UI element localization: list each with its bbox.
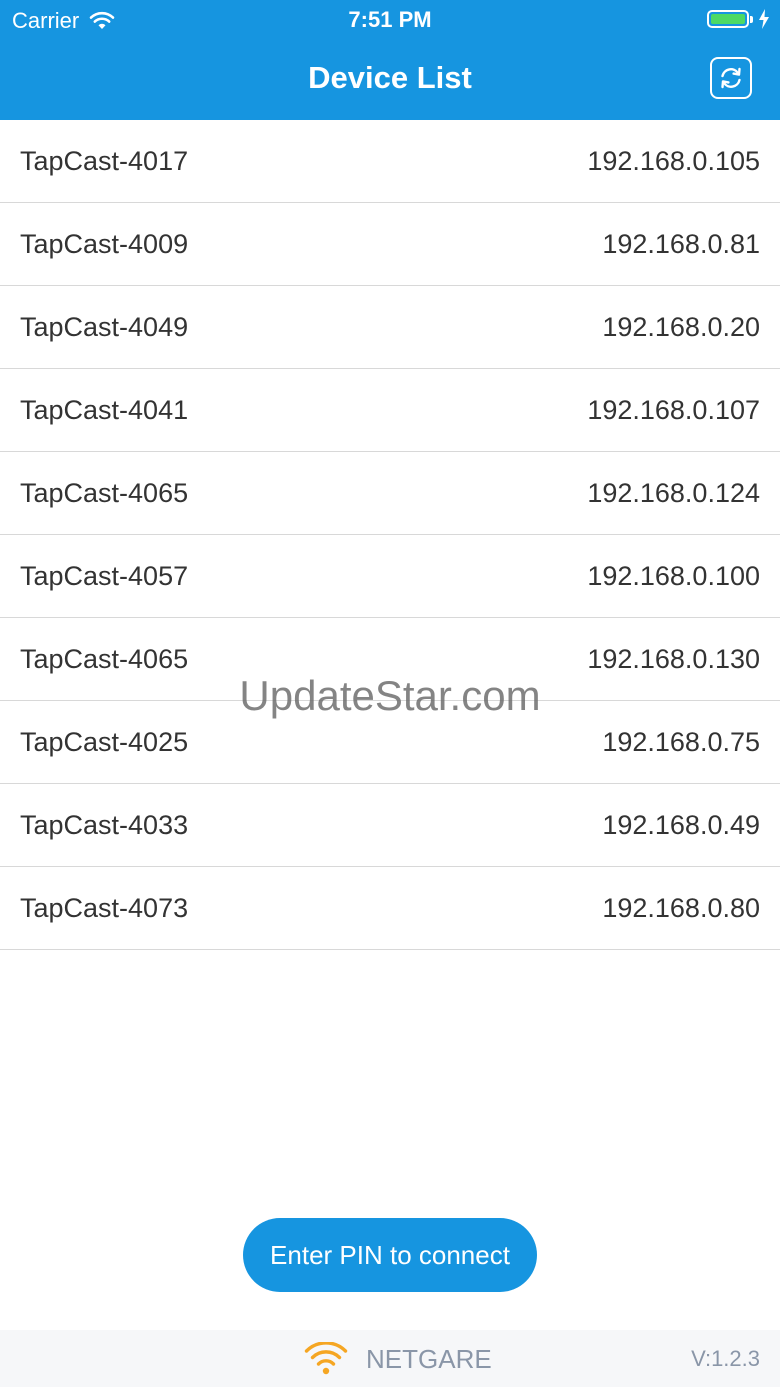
device-ip: 192.168.0.130	[587, 643, 760, 674]
device-ip: 192.168.0.100	[587, 560, 760, 591]
device-name: TapCast-4025	[20, 726, 189, 757]
battery-icon	[707, 10, 749, 28]
battery-indicator	[707, 9, 770, 29]
device-name: TapCast-4017	[20, 145, 189, 176]
device-row[interactable]: TapCast-4065 192.168.0.130	[0, 618, 780, 701]
charging-bolt-icon	[759, 9, 769, 29]
device-ip: 192.168.0.107	[587, 394, 760, 425]
device-name: TapCast-4041	[20, 394, 189, 425]
status-bar: Carrier 7:51 PM	[0, 0, 780, 40]
device-ip: 192.168.0.75	[602, 726, 760, 757]
device-ip: 192.168.0.49	[602, 809, 760, 840]
device-name: TapCast-4065	[20, 477, 189, 508]
device-row[interactable]: TapCast-4033 192.168.0.49	[0, 784, 780, 867]
wifi-icon	[304, 1342, 348, 1375]
footer: NETGARE V:1.2.3	[0, 1330, 780, 1387]
device-row[interactable]: TapCast-4073 192.168.0.80	[0, 867, 780, 950]
battery-tip	[750, 15, 753, 23]
device-name: TapCast-4065	[20, 643, 189, 674]
device-row[interactable]: TapCast-4009 192.168.0.81	[0, 203, 780, 286]
brand-name: NETGARE	[366, 1343, 492, 1374]
device-row[interactable]: TapCast-4025 192.168.0.75	[0, 701, 780, 784]
device-row[interactable]: TapCast-4041 192.168.0.107	[0, 369, 780, 452]
refresh-icon	[721, 67, 741, 89]
brand: NETGARE	[304, 1342, 492, 1376]
device-row[interactable]: TapCast-4065 192.168.0.124	[0, 452, 780, 535]
device-ip: 192.168.0.80	[602, 892, 760, 923]
page-title: Device List	[308, 60, 472, 95]
version-label: V:1.2.3	[691, 1346, 760, 1371]
enter-pin-button[interactable]: Enter PIN to connect	[243, 1218, 537, 1292]
device-ip: 192.168.0.81	[602, 228, 760, 259]
device-ip: 192.168.0.105	[587, 145, 760, 176]
device-ip: 192.168.0.20	[602, 311, 760, 342]
device-name: TapCast-4057	[20, 560, 189, 591]
device-name: TapCast-4073	[20, 892, 189, 923]
device-ip: 192.168.0.124	[587, 477, 760, 508]
clock: 7:51 PM	[348, 7, 432, 32]
device-row[interactable]: TapCast-4057 192.168.0.100	[0, 535, 780, 618]
device-name: TapCast-4049	[20, 311, 189, 342]
battery-level	[711, 14, 745, 24]
device-name: TapCast-4033	[20, 809, 189, 840]
refresh-button[interactable]	[710, 57, 752, 99]
device-name: TapCast-4009	[20, 228, 189, 259]
device-row[interactable]: TapCast-4017 192.168.0.105	[0, 120, 780, 203]
nav-header: Carrier 7:51 PM Device List	[0, 0, 780, 120]
device-row[interactable]: TapCast-4049 192.168.0.20	[0, 286, 780, 369]
device-list: TapCast-4017 192.168.0.105 TapCast-4009 …	[0, 120, 780, 950]
